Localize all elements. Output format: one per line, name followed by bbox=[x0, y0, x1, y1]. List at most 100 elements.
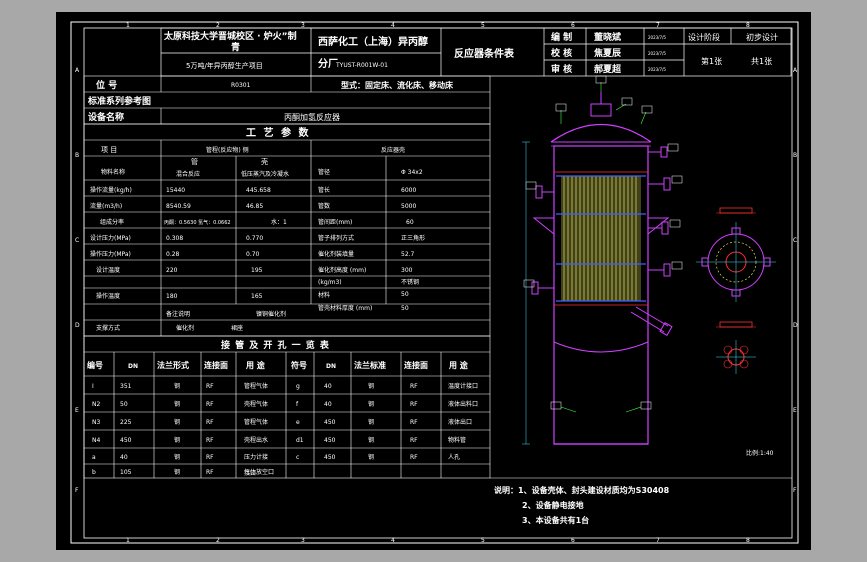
school-name: 太原科技大学晋城校区 · 炉火”制 bbox=[163, 30, 297, 42]
zone-row: F bbox=[75, 487, 79, 494]
nozzle-cell: 351 bbox=[120, 383, 132, 390]
nozzle-cell: N4 bbox=[92, 437, 100, 444]
role-check: 校 核 bbox=[551, 47, 572, 59]
nozzle-cell: 450 bbox=[324, 454, 336, 461]
nozzle-cell: 450 bbox=[324, 419, 336, 426]
zone-labels-right: A B C D E F bbox=[793, 67, 798, 494]
param-label: 组成分率 bbox=[100, 218, 124, 226]
detail-centerlines bbox=[716, 340, 756, 374]
sheet-total: 共1张 bbox=[751, 57, 772, 66]
nozzle-cell: 温度计接口 bbox=[448, 382, 478, 390]
name-design: 董晓斌 bbox=[594, 31, 621, 43]
param-tube: 混合反应 bbox=[176, 170, 200, 178]
zone-row: C bbox=[75, 237, 79, 244]
param-value: 60 bbox=[406, 219, 414, 226]
param-label: 材料 bbox=[318, 291, 330, 299]
catalyst-label: 催化剂 bbox=[176, 324, 194, 332]
nozzle-cell: 钢 bbox=[368, 436, 374, 444]
nozzle-cell: RF bbox=[206, 383, 214, 390]
nozzle-col-header: DN bbox=[128, 363, 138, 370]
support-value: 裙座 bbox=[231, 324, 243, 332]
nozzle-cell: 壳程气体 bbox=[244, 400, 268, 408]
param-tube: 0.308 bbox=[166, 235, 183, 242]
detail-label bbox=[719, 321, 753, 328]
nozzle-cell: b bbox=[92, 469, 96, 476]
nozzle-cell: a bbox=[92, 454, 96, 461]
nozzle-cell: 40 bbox=[324, 401, 332, 408]
nozzle-col-header: 用 途 bbox=[448, 360, 469, 370]
zone-row: C bbox=[793, 237, 797, 244]
nozzle-cell: 钢 bbox=[368, 453, 374, 461]
param-value: 不锈钢 bbox=[401, 278, 419, 286]
nozzle-cell: 225 bbox=[120, 419, 132, 426]
nozzle-col-header: 用 途 bbox=[245, 360, 266, 370]
param-tube: 丙酮：0.5630 氢气：0.0662 bbox=[164, 219, 231, 226]
param-label: 设计压力(MPa) bbox=[90, 234, 131, 242]
param-shell: 195 bbox=[251, 267, 263, 274]
param-tube: 180 bbox=[166, 293, 178, 300]
reactor-top-view bbox=[696, 207, 776, 302]
nozzle-col-header: 法兰标准 bbox=[354, 360, 386, 370]
param-label: 管壳材料厚度 (mm) bbox=[318, 304, 372, 312]
param-shell: 0.770 bbox=[246, 235, 263, 242]
process-right-rows: 管径 Φ 34x2 管长 6000 管数 5000 管间距(mm) 60 管子排… bbox=[318, 168, 425, 312]
tube-header: 管程(反应物) 侧 bbox=[206, 146, 249, 154]
shell-header: 反应器壳 bbox=[381, 146, 405, 154]
note-1: 说明：1、设备壳体、封头建设材质均为S30408 bbox=[494, 485, 670, 495]
role-review: 审 核 bbox=[551, 63, 572, 75]
param-tube: 220 bbox=[166, 267, 178, 274]
nozzle-cell: RF bbox=[410, 437, 418, 444]
nozzle-cell: RF bbox=[206, 401, 214, 408]
zone-row: B bbox=[793, 152, 797, 159]
nozzle-col-header: 符号 bbox=[291, 360, 307, 370]
note-2: 2、设备静电接地 bbox=[522, 500, 584, 510]
zone-row: D bbox=[793, 322, 798, 329]
param-label: 流量(m3/h) bbox=[90, 202, 122, 210]
bottom-detail-view bbox=[716, 321, 756, 374]
process-heading: 工 艺 参 数 bbox=[246, 126, 310, 139]
nozzle-cell: 管程气体 bbox=[244, 382, 268, 390]
bottom-outlet bbox=[630, 306, 673, 337]
param-value: 52.7 bbox=[401, 251, 415, 258]
param-label: 管径 bbox=[318, 168, 330, 176]
nozzle-cell: 105 bbox=[120, 469, 132, 476]
position-value: R0301 bbox=[231, 82, 251, 89]
sheet-number: 第1张 bbox=[701, 56, 722, 66]
param-value: 50 bbox=[401, 305, 409, 312]
param-label: 操作压力(MPa) bbox=[90, 250, 131, 258]
nozzle-cell: 钢 bbox=[174, 436, 180, 444]
param-value: 5000 bbox=[401, 203, 416, 210]
nozzle-cell: 钢 bbox=[368, 382, 374, 390]
param-label: 管数 bbox=[318, 202, 330, 210]
zone-col: 4 bbox=[391, 537, 395, 544]
tube-subheader: 管 bbox=[191, 157, 198, 166]
nozzle-cell: 钢 bbox=[174, 468, 180, 476]
zone-row: A bbox=[793, 67, 798, 74]
nozzle-cell: c bbox=[296, 454, 299, 461]
param-shell: 165 bbox=[251, 293, 263, 300]
nozzle-cell: f bbox=[296, 401, 299, 408]
nozzle-col-header: 连接面 bbox=[404, 360, 428, 370]
param-label: 管间距(mm) bbox=[318, 218, 352, 226]
nozzle-rows: Ⅰ 351 钢 RF 管程气体 g 40 钢 RF 温度计接口 N2 50 钢 RF 壳程气体 f 40 钢 RF 液… bbox=[92, 382, 478, 476]
zone-col: 2 bbox=[216, 537, 220, 544]
zone-col: 3 bbox=[301, 537, 305, 544]
detail-hole bbox=[739, 345, 749, 355]
param-value: 6000 bbox=[401, 187, 416, 194]
process-grid bbox=[83, 123, 491, 337]
zone-row: B bbox=[75, 152, 79, 159]
nozzle-cell: RF bbox=[206, 437, 214, 444]
nozzle-cell: 压力计接 bbox=[244, 453, 268, 461]
drawing-name: 反应器条件表 bbox=[454, 47, 515, 60]
nozzle-cell: RF bbox=[410, 383, 418, 390]
zone-col: 1 bbox=[126, 22, 130, 29]
company-name: 西萨化工（上海）异丙醇 bbox=[318, 35, 428, 48]
reactor-elevation bbox=[522, 75, 683, 445]
param-shell: 0.70 bbox=[246, 251, 260, 258]
nozzle-cell: RF bbox=[410, 454, 418, 461]
nozzle-cell: 钢 bbox=[174, 382, 180, 390]
zone-row: F bbox=[793, 487, 797, 494]
bottom-head bbox=[553, 341, 649, 353]
date-review: 2023/7/5 bbox=[648, 67, 666, 72]
nozzle-cell: 钢 bbox=[368, 400, 374, 408]
